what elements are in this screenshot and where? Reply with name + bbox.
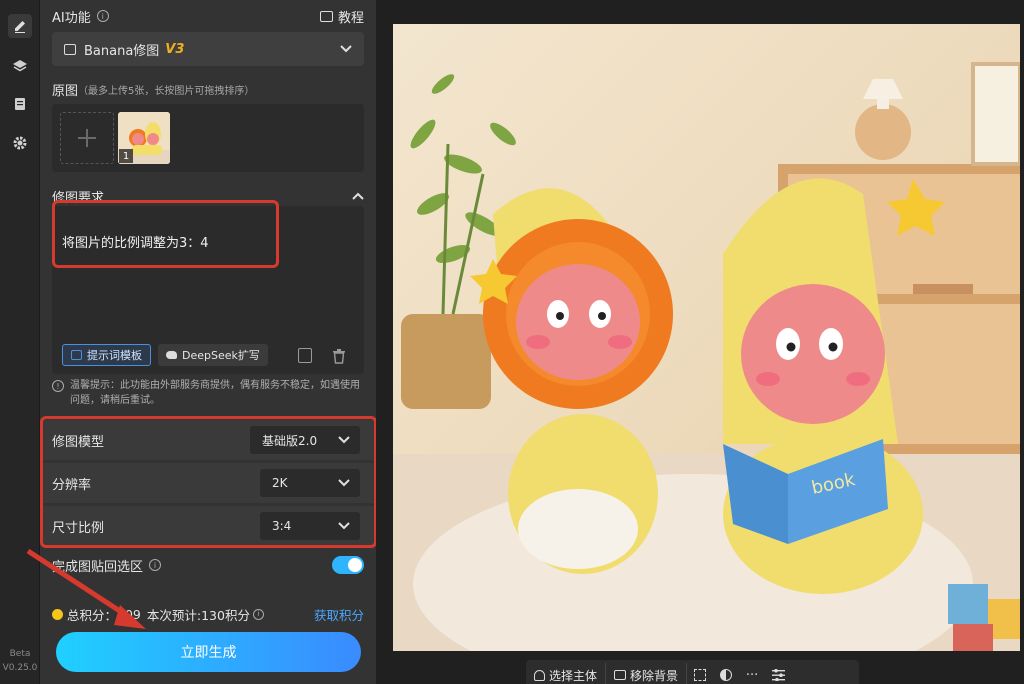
requirements-text: 将图片的比例调整为3：4 <box>62 236 209 251</box>
chevron-down-icon <box>338 519 350 533</box>
chevron-up-icon[interactable] <box>352 189 364 204</box>
select-subject-label: 选择主体 <box>549 668 598 683</box>
info-icon[interactable]: i <box>252 608 264 620</box>
crop-icon[interactable] <box>687 669 713 681</box>
sliders-icon[interactable] <box>765 669 791 681</box>
warm-tip: ! 温馨提示：此功能由外部服务商提供，偶有服务不稳定，如遇使用问题，请稍后重试。 <box>52 378 364 408</box>
aspect-ratio-select[interactable]: 3:4 <box>260 512 360 540</box>
deepseek-expand-button[interactable]: DeepSeek扩写 <box>158 344 268 366</box>
image-thumbnail[interactable]: 1 <box>118 112 170 164</box>
document-icon[interactable] <box>8 92 32 116</box>
book-icon <box>319 10 333 22</box>
chevron-down-icon <box>338 476 350 490</box>
template-icon <box>71 350 82 360</box>
info-icon: ! <box>52 380 64 392</box>
prompt-template-button[interactable]: 提示词模板 <box>62 344 151 366</box>
thumbnail-strip: 1 <box>52 104 364 172</box>
remove-background-button[interactable]: 移除背景 <box>606 663 688 684</box>
remove-background-label: 移除背景 <box>630 668 679 683</box>
contrast-icon[interactable] <box>713 669 739 681</box>
annotation-arrow <box>26 548 146 629</box>
app-window: Beta V0.25.0 AI功能 i 教程 Banana修图 V3 原图 （最… <box>0 0 1024 684</box>
resolution-select[interactable]: 2K <box>260 469 360 497</box>
setting-aspect-ratio: 尺寸比例 3:4 <box>40 506 376 546</box>
chevron-down-icon <box>340 42 352 57</box>
setting-value: 3:4 <box>272 519 292 533</box>
add-image-button[interactable] <box>60 112 114 164</box>
setting-value: 基础版2.0 <box>262 433 318 448</box>
photo-canvas[interactable]: book <box>393 24 1020 651</box>
canvas-bottom-bar: 选择主体 移除背景 ··· <box>526 660 859 684</box>
model-badge: V3 <box>165 41 185 57</box>
chevron-down-icon <box>338 433 350 447</box>
setting-value: 2K <box>272 476 288 490</box>
original-hint: （最多上传5张，长按图片可拖拽排序） <box>78 85 255 97</box>
person-icon <box>534 669 545 681</box>
original-title: 原图 <box>52 83 79 99</box>
model-version-select[interactable]: 基础版2.0 <box>250 426 360 454</box>
ai-section-header: AI功能 i 教程 <box>52 6 364 26</box>
thumbnail-index: 1 <box>119 149 133 163</box>
more-icon[interactable]: ··· <box>739 668 765 683</box>
model-name: Banana修图 <box>84 43 160 59</box>
ai-section-title: AI功能 <box>52 10 91 26</box>
gear-icon[interactable] <box>8 131 32 155</box>
setting-label: 分辨率 <box>52 477 92 493</box>
tip-text: 温馨提示：此功能由外部服务商提供，偶有服务不稳定，如遇使用问题，请稍后重试。 <box>70 380 360 406</box>
setting-label: 修图模型 <box>52 434 105 450</box>
requirements-textarea[interactable]: 将图片的比例调整为3：4 提示词模板 DeepSeek扩写 <box>52 206 364 374</box>
whale-icon <box>166 351 177 359</box>
model-dropdown[interactable]: Banana修图 V3 <box>52 32 364 66</box>
image-icon <box>64 43 76 55</box>
deepseek-label: DeepSeek扩写 <box>182 349 260 362</box>
get-credits-link[interactable]: 获取积分 <box>314 605 364 624</box>
history-icon[interactable] <box>298 348 312 363</box>
tutorial-label: 教程 <box>337 10 364 26</box>
image-icon <box>614 670 627 680</box>
select-subject-button[interactable]: 选择主体 <box>526 663 607 684</box>
canvas-area: book 选择主体 移除背景 ··· <box>376 0 1024 684</box>
plus-icon <box>78 129 96 147</box>
setting-resolution: 分辨率 2K <box>40 463 376 503</box>
original-header: 原图 （最多上传5张，长按图片可拖拽排序） <box>52 80 364 99</box>
setting-model: 修图模型 基础版2.0 <box>40 420 376 460</box>
requirements-title: 修图要求 <box>52 190 105 206</box>
prompt-template-label: 提示词模板 <box>87 349 142 362</box>
requirements-header[interactable]: 修图要求 <box>52 186 364 206</box>
layers-icon[interactable] <box>8 54 32 78</box>
paste-back-toggle[interactable] <box>332 556 364 574</box>
tutorial-link[interactable]: 教程 <box>319 7 364 26</box>
setting-label: 尺寸比例 <box>52 520 105 536</box>
edit-icon[interactable] <box>8 14 32 38</box>
trash-icon[interactable] <box>332 349 346 368</box>
info-icon[interactable]: i <box>96 10 109 22</box>
